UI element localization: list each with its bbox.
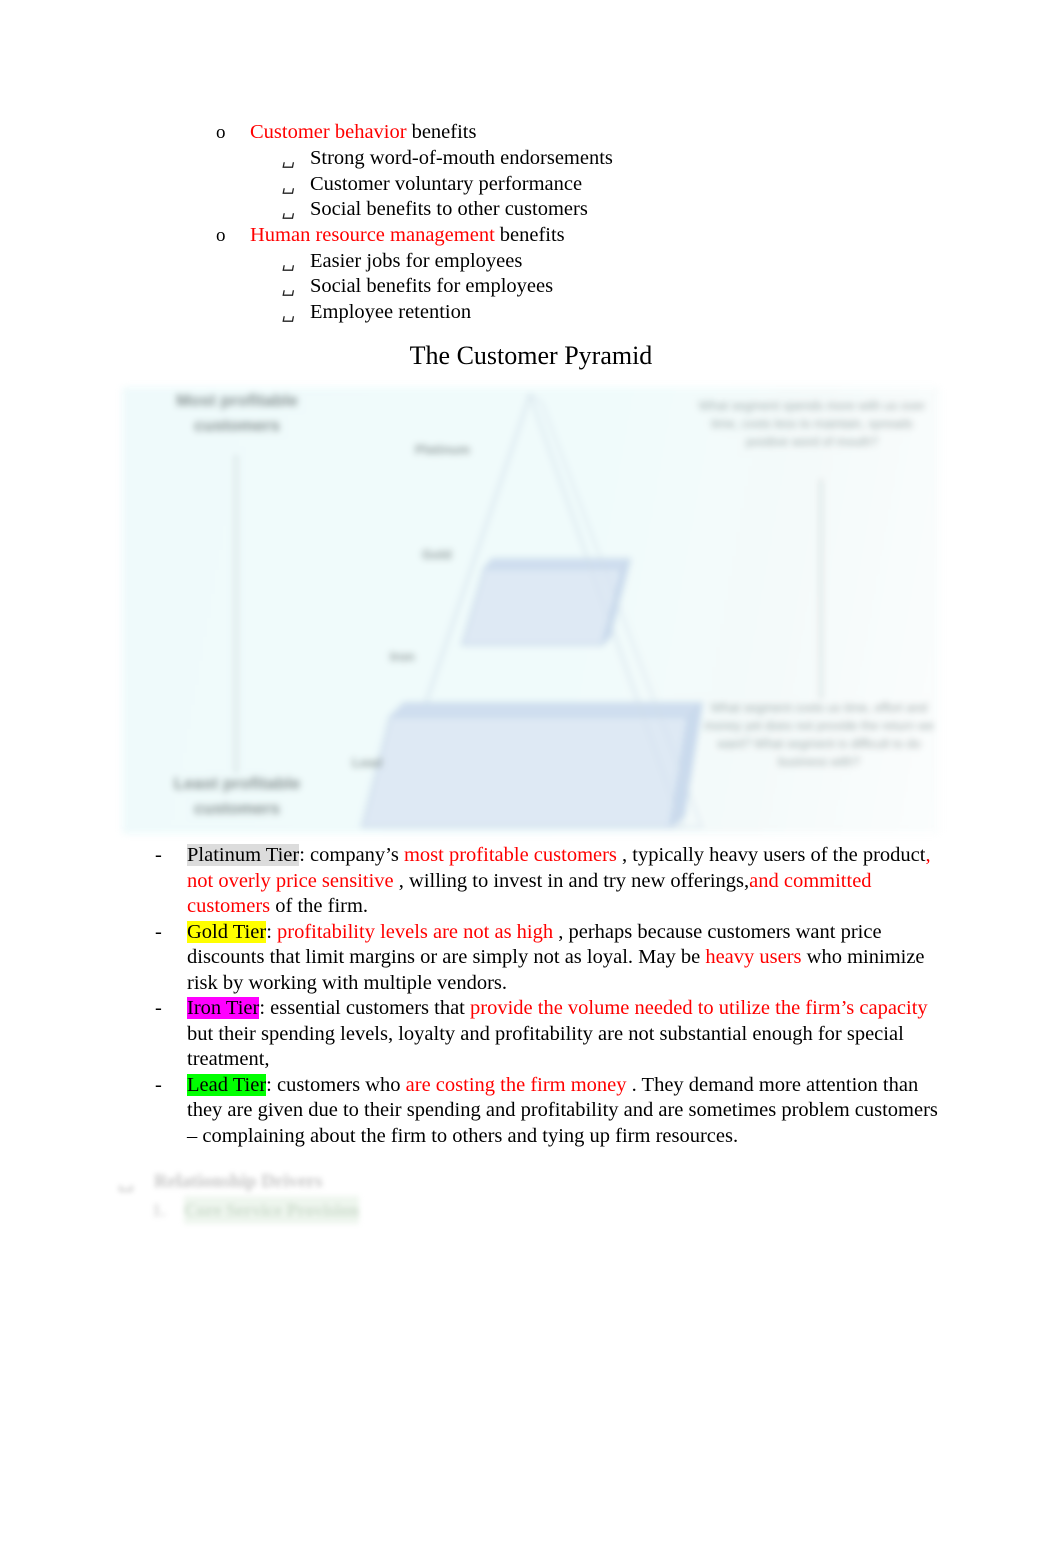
outline-subitem-text: Employee retention — [310, 300, 472, 323]
outline-heading: o Customer behavior benefits — [0, 120, 1062, 145]
outline-subitem-text: Strong word-of-mouth endorsements — [310, 147, 613, 169]
outline-subbullet-icon: ␣ — [282, 174, 295, 194]
note-text: : essential customers that — [259, 997, 470, 1019]
tier-notes-list: - Platinum Tier: company’s most profitabl… — [0, 843, 1062, 1149]
outline-subitem: ␣ Easier jobs for employees — [0, 249, 1062, 275]
outline-subitem-text: Easier jobs for employees — [310, 249, 523, 272]
note-emphasis-text: profitability levels are not as high — [277, 920, 554, 943]
outline-subitem: ␣ Strong word-of-mouth endorsements — [0, 146, 1062, 172]
outline-bullet-icon: o — [216, 122, 226, 143]
note-text: , typically heavy users of the product — [616, 844, 926, 866]
outline-heading-text: Human resource management benefits — [250, 223, 565, 248]
label-most-profitable: Most profitable customers — [176, 391, 298, 435]
tier-name-label: Platinum Tier — [187, 844, 300, 866]
outline-subbullet-icon: ␣ — [282, 251, 295, 271]
note-emphasis-text: heavy users — [705, 946, 802, 968]
tier-label-platinum: Platinum — [415, 442, 470, 457]
faded-bullet-icon: ␣ — [118, 1171, 134, 1192]
note-emphasis-text: provide the volume needed to utilize the… — [470, 997, 928, 1019]
note-text: , willing to invest in and try new offer… — [393, 869, 750, 892]
outline-subbullet-icon: ␣ — [282, 302, 295, 322]
note-text: but their spending levels, loyalty and p… — [187, 1022, 904, 1071]
right-axis-line — [820, 479, 822, 699]
outline-subitem-text: Customer voluntary performance — [310, 172, 583, 195]
outline-subitem: ␣ Social benefits for employees — [0, 274, 1062, 300]
faded-line-1: ␣ Relationship Drivers — [118, 1168, 538, 1196]
tier-note: - Iron Tier: essential customers that pro… — [0, 996, 1062, 1073]
customer-pyramid-figure: Most profitable customers Least profitab… — [122, 387, 940, 834]
outline-heading: o Human resource management benefits — [0, 223, 1062, 248]
note-body: Gold Tier: profitability levels are not … — [187, 920, 944, 997]
note-dash-marker: - — [155, 844, 162, 866]
outline-heading-suffix: benefits — [499, 223, 565, 246]
tier-note: - Platinum Tier: company’s most profitabl… — [0, 843, 1062, 920]
label-least-profitable: Least profitable customers — [173, 774, 301, 818]
outline-subitem: ␣ Customer voluntary performance — [0, 172, 1062, 198]
callout-top-question: What segment spends more with us over ti… — [698, 399, 926, 450]
page-title: The Customer Pyramid — [409, 341, 653, 370]
note-dash-marker: - — [155, 997, 162, 1019]
note-emphasis-text: are costing the firm money — [405, 1073, 627, 1096]
tier-label-gold: Gold — [422, 547, 452, 562]
outline-heading-suffix: benefits — [411, 121, 477, 143]
faded-line-2: 1. Core Service Provision — [118, 1196, 538, 1224]
note-body: Platinum Tier: company’s most profitable… — [187, 843, 944, 920]
outline-list: o Customer behavior benefits ␣ Strong word-o… — [0, 120, 1062, 325]
document-page: o Customer behavior benefits ␣ Strong word-o… — [0, 0, 1062, 1561]
pyramid-canvas: Most profitable customers Least profitab… — [122, 387, 940, 834]
note-dash-marker: - — [155, 920, 162, 943]
note-text: : — [266, 920, 278, 943]
tier-name-label: Lead Tier — [187, 1073, 267, 1096]
faded-line-1-text: Relationship Drivers — [154, 1171, 323, 1192]
tier-label-lead: Lead — [352, 755, 383, 770]
outline-subbullet-icon: ␣ — [282, 277, 295, 296]
note-body: Lead Tier: customers who are costing the… — [187, 1073, 944, 1150]
note-text: of the firm. — [270, 895, 369, 917]
outline-subbullet-icon: ␣ — [282, 200, 295, 219]
outline-subitem: ␣ Social benefits to other customers — [0, 197, 1062, 223]
note-body: Iron Tier: essential customers that prov… — [187, 996, 944, 1073]
outline-heading-text: Customer behavior benefits — [250, 120, 476, 145]
tier-name-label: Gold Tier — [187, 920, 267, 943]
note-dash-marker: - — [155, 1073, 162, 1096]
tier-label-iron: Iron — [390, 649, 415, 664]
outline-heading-keyword: Customer behavior — [250, 121, 407, 143]
outline-bullet-icon: o — [216, 224, 226, 246]
outline-subitem: ␣ Employee retention — [0, 300, 1062, 326]
outline-heading-keyword: Human resource management — [250, 223, 495, 246]
faded-number-marker: 1. — [152, 1200, 166, 1220]
tier-name-label: Iron Tier — [187, 997, 260, 1019]
tier-note: - Lead Tier: customers who are costing th… — [0, 1073, 1062, 1150]
note-text: : company’s — [299, 844, 404, 866]
faded-line-2-text: Core Service Provision — [184, 1196, 360, 1224]
outline-subitem-text: Social benefits for employees — [310, 275, 554, 297]
left-axis-line — [235, 455, 237, 773]
outline-subbullet-icon: ␣ — [282, 149, 295, 168]
callout-bottom-question: What segment costs us time, effort and m… — [704, 701, 934, 770]
note-text: : customers who — [266, 1073, 406, 1096]
note-emphasis-text: most profitable customers — [403, 844, 617, 866]
faded-bottom-block: ␣ Relationship Drivers 1. Core Service P… — [118, 1168, 538, 1224]
outline-subitem-text: Social benefits to other customers — [310, 198, 588, 220]
tier-note: - Gold Tier: profitability levels are not… — [0, 920, 1062, 997]
